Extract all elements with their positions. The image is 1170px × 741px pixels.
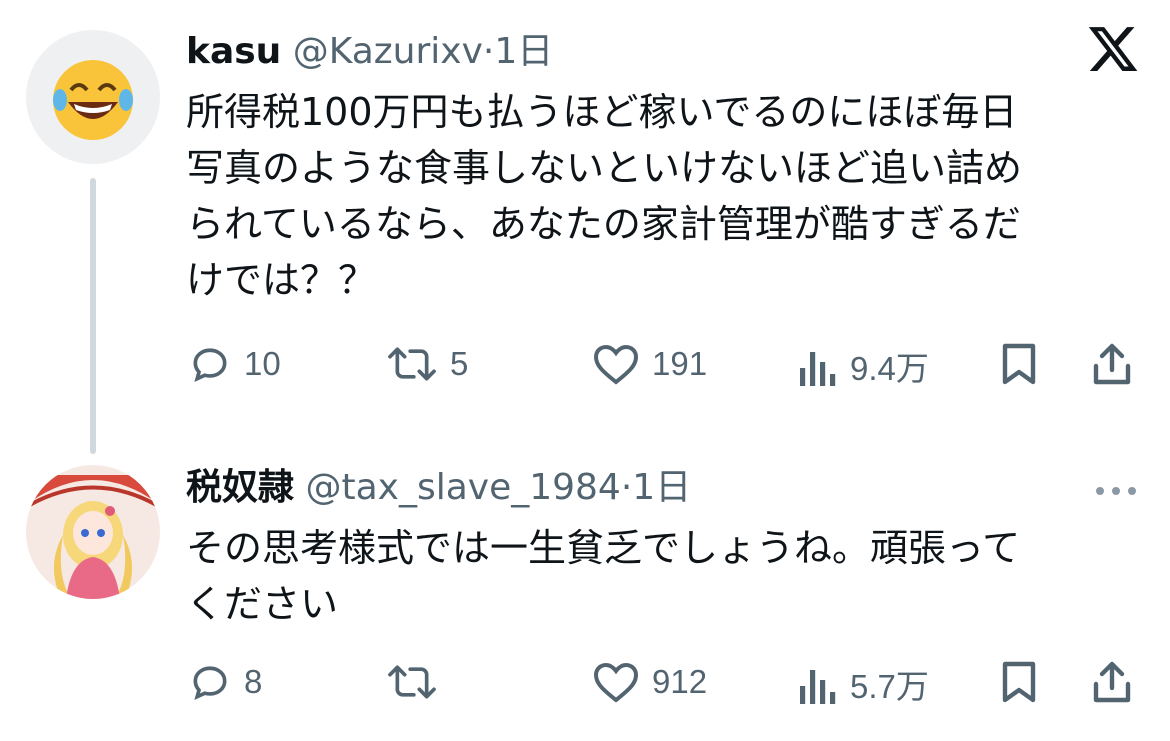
display-name[interactable]: kasu <box>186 31 281 72</box>
repost-count: 5 <box>450 345 469 382</box>
views-button[interactable]: 5.7万 <box>798 660 929 708</box>
bookmark-icon <box>1002 343 1036 385</box>
avatar[interactable] <box>26 465 160 599</box>
timestamp[interactable]: 1日 <box>632 467 691 508</box>
views-button[interactable]: 9.4万 <box>798 342 929 390</box>
user-handle[interactable]: @tax_slave_1984 <box>305 467 620 508</box>
like-count: 912 <box>652 663 708 700</box>
like-button[interactable]: 912 <box>592 660 707 704</box>
bookmark-icon <box>1002 661 1036 703</box>
like-button[interactable]: 191 <box>592 342 707 386</box>
analytics-icon <box>800 670 836 704</box>
reply-count: 8 <box>244 663 263 700</box>
reply-button[interactable]: 10 <box>188 342 281 386</box>
more-icon <box>1096 487 1136 495</box>
repost-icon <box>388 347 436 381</box>
x-logo-icon[interactable] <box>1086 22 1140 80</box>
repost-button[interactable]: 5 <box>386 342 468 386</box>
bookmark-button[interactable] <box>998 342 1040 386</box>
view-count: 5.7万 <box>850 668 929 705</box>
tweet-text: その思考様式では一生貧乏でしょうね。頑張って ください <box>186 526 1021 626</box>
user-handle[interactable]: @Kazurixv <box>293 31 483 72</box>
repost-button[interactable] <box>386 660 450 704</box>
reply-icon <box>193 666 227 700</box>
thread-connector-line <box>90 178 96 454</box>
analytics-icon <box>800 352 836 386</box>
avatar[interactable] <box>26 30 160 164</box>
tweet-text: 所得税100万円も払うほど稼いでるのにほぼ毎日 写真のような食事しないといけない… <box>186 90 1023 302</box>
separator-dot: · <box>620 467 633 508</box>
repost-icon <box>388 665 436 699</box>
heart-icon <box>593 662 639 703</box>
timestamp[interactable]: 1日 <box>494 31 553 72</box>
bookmark-button[interactable] <box>998 660 1040 704</box>
more-options-button[interactable] <box>1094 482 1138 501</box>
separator-dot: · <box>482 31 495 72</box>
reply-icon <box>193 348 227 382</box>
heart-icon <box>593 344 639 385</box>
share-button[interactable] <box>1090 342 1134 386</box>
like-count: 191 <box>652 345 708 382</box>
share-button[interactable] <box>1090 660 1134 704</box>
view-count: 9.4万 <box>850 350 929 387</box>
reply-button[interactable]: 8 <box>188 660 262 704</box>
reply-count: 10 <box>244 345 281 382</box>
share-icon <box>1093 343 1131 385</box>
share-icon <box>1093 661 1131 703</box>
display-name[interactable]: 税奴隷 <box>186 467 294 508</box>
